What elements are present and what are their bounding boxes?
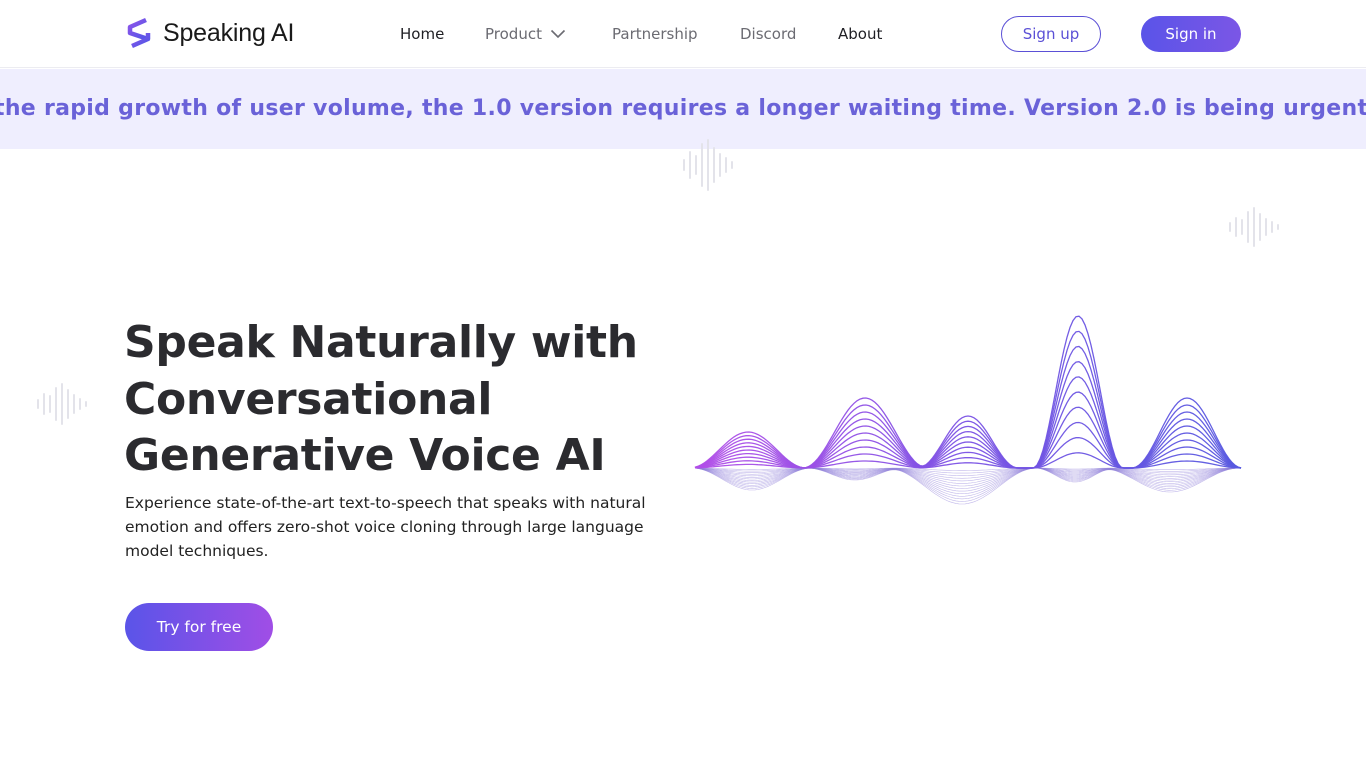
chevron-down-icon — [550, 29, 566, 39]
sign-in-button[interactable]: Sign in — [1141, 16, 1241, 52]
nav-product-label: Product — [485, 25, 542, 43]
nav-home[interactable]: Home — [400, 23, 444, 45]
announcement-banner: the rapid growth of user volume, the 1.0… — [0, 69, 1366, 149]
announcement-text: the rapid growth of user volume, the 1.0… — [0, 96, 1366, 121]
hero-title-line: Speak Naturally with — [124, 317, 638, 368]
sign-up-button[interactable]: Sign up — [1001, 16, 1101, 52]
hero-title-line: Conversational — [124, 373, 493, 425]
hero-title: Speak Naturally with Conversational Gene… — [124, 315, 684, 485]
try-for-free-button[interactable]: Try for free — [125, 603, 273, 651]
nav-about[interactable]: About — [838, 23, 882, 45]
soundwave-icon — [1229, 207, 1279, 247]
wave-line — [694, 315, 1242, 469]
nav-product-dropdown[interactable]: Product — [485, 23, 566, 45]
soundwave-icon — [683, 139, 733, 191]
hero-title-line: Generative Voice AI — [124, 430, 606, 481]
nav-partnership[interactable]: Partnership — [612, 23, 698, 45]
soundwave-icon — [37, 383, 87, 425]
voice-wave-illustration — [694, 315, 1242, 505]
hero-subtitle: Experience state-of-the-art text-to-spee… — [125, 494, 646, 560]
nav-discord[interactable]: Discord — [740, 23, 796, 45]
top-nav-bar: Speaking AI Home Product Partnership Dis… — [0, 0, 1366, 68]
